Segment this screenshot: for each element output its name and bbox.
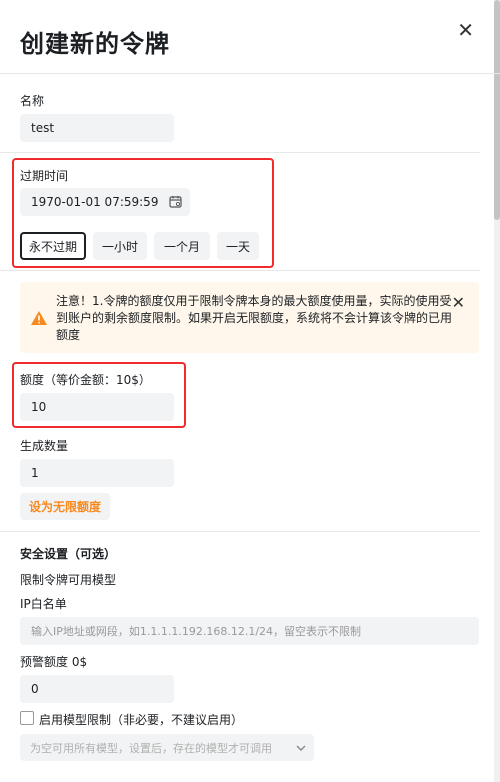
close-icon[interactable]: ✕ [457, 20, 474, 40]
expire-label: 过期时间 [20, 169, 69, 183]
page-title: 创建新的令牌 [20, 30, 170, 58]
chevron-down-icon [296, 745, 306, 751]
panel-header: 创建新的令牌 ✕ [0, 0, 500, 74]
name-label: 名称 [20, 94, 45, 108]
expire-date-value: 1970-01-01 07:59:59 [31, 195, 159, 209]
scrollbar[interactable] [494, 0, 500, 782]
security-section-title: 安全设置（可选） [20, 547, 117, 561]
calendar-icon[interactable] [169, 195, 182, 208]
set-unlimited-button[interactable]: 设为无限额度 [20, 493, 110, 520]
enable-model-limit-label: 启用模型限制（非必要，不建议启用） [39, 713, 244, 727]
never-expire-button[interactable]: 永不过期 [20, 232, 86, 260]
enable-model-limit-checkbox[interactable] [20, 711, 34, 725]
quota-label: 额度（等价金额：10$） [20, 373, 151, 387]
one-hour-button[interactable]: 一小时 [93, 232, 147, 260]
quota-input[interactable]: 10 [20, 393, 174, 421]
warn-quota-label: 预警额度 0$ [20, 655, 88, 669]
name-input[interactable]: test [20, 114, 174, 142]
create-token-panel: 创建新的令牌 ✕ 名称 test 过期时间 1970-01-01 07:59:5… [0, 0, 500, 782]
notice-text: 注意！1.令牌的额度仅用于限制令牌本身的最大额度使用量，实际的使用受到账户的剩余… [56, 294, 453, 342]
count-label: 生成数量 [20, 439, 69, 453]
ip-whitelist-label: IP白名单 [20, 597, 67, 611]
notice-banner: 注意！1.令牌的额度仅用于限制令牌本身的最大额度使用量，实际的使用受到账户的剩余… [20, 282, 479, 353]
count-input[interactable]: 1 [20, 459, 174, 487]
divider [0, 531, 480, 532]
divider [0, 270, 480, 271]
model-select[interactable]: 为空可用所有模型，设置后，存在的模型才可调用 [20, 734, 314, 761]
one-day-button[interactable]: 一天 [217, 232, 259, 260]
model-select-placeholder: 为空可用所有模型，设置后，存在的模型才可调用 [30, 741, 272, 755]
ip-whitelist-input[interactable]: 输入IP地址或网段，如1.1.1.1.192.168.12.1/24，留空表示不… [20, 617, 479, 645]
model-limit-label: 限制令牌可用模型 [20, 573, 117, 587]
divider [0, 152, 480, 153]
warning-icon [31, 311, 47, 325]
one-month-button[interactable]: 一个月 [154, 232, 210, 260]
warn-quota-input[interactable]: 0 [20, 675, 174, 703]
expire-date-input[interactable]: 1970-01-01 07:59:59 [20, 188, 190, 216]
notice-close-icon[interactable]: ✕ [452, 293, 465, 312]
